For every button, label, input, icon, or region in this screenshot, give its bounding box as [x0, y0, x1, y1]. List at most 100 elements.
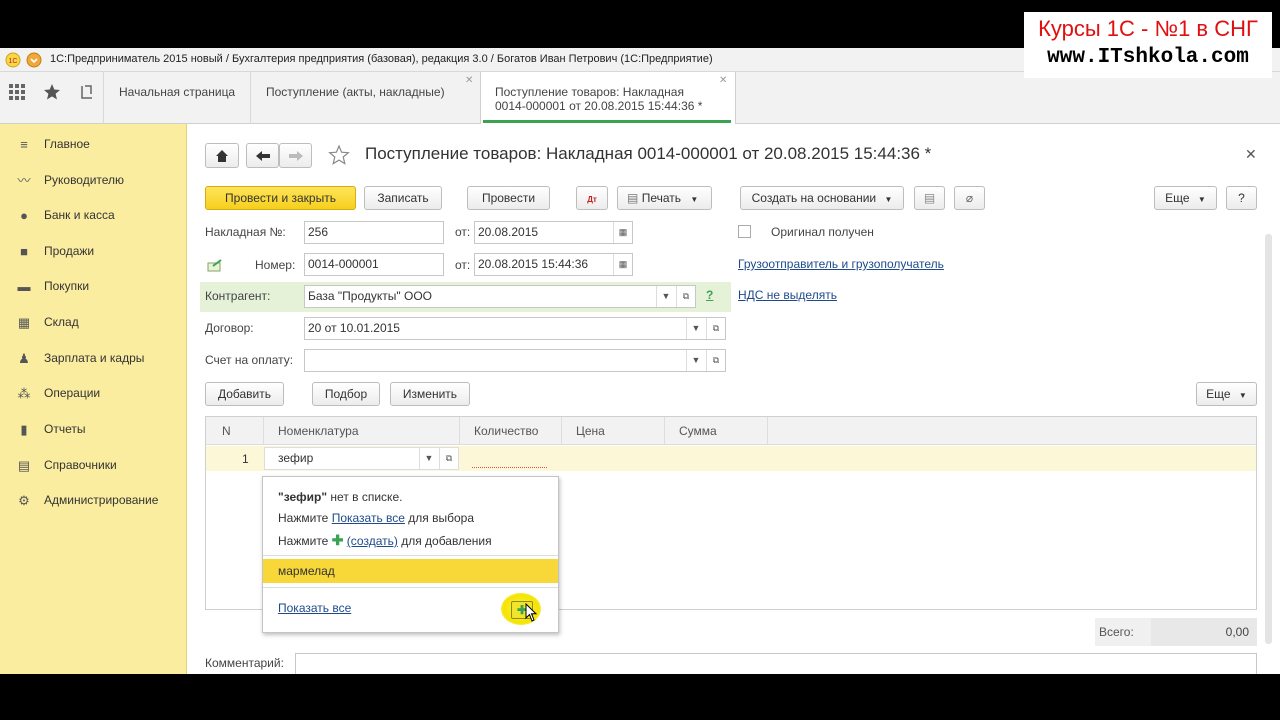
show-all-hint: Нажмите Показать все для выбора — [278, 511, 474, 525]
plus-icon[interactable]: ✚ — [332, 532, 344, 548]
back-button[interactable] — [246, 143, 279, 168]
tab-home[interactable]: Начальная страница — [104, 72, 250, 124]
vat-link[interactable]: НДС не выделять — [738, 288, 837, 302]
calendar-icon[interactable]: ▦ — [613, 222, 632, 243]
attach-button[interactable]: ⌀ — [954, 186, 985, 210]
favorite-star-icon[interactable] — [328, 144, 350, 166]
chevron-down-icon[interactable]: ▼ — [419, 448, 438, 469]
open-icon[interactable]: ⧉ — [706, 350, 725, 371]
help-button[interactable]: ? — [1226, 186, 1257, 210]
change-button[interactable]: Изменить — [390, 382, 470, 406]
add-row-button[interactable]: Добавить — [205, 382, 284, 406]
print-button[interactable]: ▤ Печать ▼ — [617, 186, 712, 210]
document-title: Поступление товаров: Накладная 0014-0000… — [365, 144, 932, 163]
save-button[interactable]: Записать — [364, 186, 442, 210]
number-date-field[interactable]: 20.08.2015 15:44:36 ▦ — [474, 253, 633, 276]
close-icon[interactable]: ✕ — [1245, 146, 1257, 163]
sidebar-item-reports[interactable]: ▮ Отчеты — [0, 418, 187, 442]
debit-credit-button[interactable]: Дт — [576, 186, 608, 210]
column-quantity[interactable]: Количество — [460, 417, 562, 445]
apps-grid-icon[interactable] — [9, 84, 25, 100]
sidebar-item-main[interactable]: ≡ Главное — [0, 133, 187, 157]
shipper-consignee-link[interactable]: Грузоотправитель и грузополучатель — [738, 257, 944, 271]
table-more-button[interactable]: Еще ▼ — [1196, 382, 1257, 406]
totals-value: 0,00 — [1225, 625, 1249, 639]
chevron-down-icon: ▼ — [1238, 391, 1247, 400]
chevron-down-icon[interactable]: ▼ — [656, 286, 675, 307]
sidebar-item-operations[interactable]: ⁂ Операции — [0, 382, 187, 406]
nomenclature-value: зефир — [278, 451, 314, 465]
payment-invoice-label: Счет на оплату: — [205, 353, 294, 367]
contract-field[interactable]: 20 от 10.01.2015 ▼ ⧉ — [304, 317, 726, 340]
sidebar-item-salary[interactable]: ♟ Зарплата и кадры — [0, 347, 187, 371]
invoice-number-field[interactable]: 256 — [304, 221, 444, 244]
tab-close-icon[interactable]: ✕ — [465, 75, 473, 86]
contract-value: 20 от 10.01.2015 — [308, 321, 400, 335]
edit-number-icon[interactable] — [207, 259, 223, 273]
table-row[interactable]: 1 зефир ▼ ⧉ — [206, 446, 1256, 471]
forward-button[interactable] — [279, 143, 312, 168]
counterparty-help[interactable]: ? — [706, 288, 713, 302]
show-all-link[interactable]: Показать все — [278, 601, 351, 615]
sidebar-item-sales[interactable]: ■ Продажи — [0, 240, 187, 264]
invoice-date-field[interactable]: 20.08.2015 ▦ — [474, 221, 633, 244]
open-icon[interactable]: ⧉ — [676, 286, 695, 307]
active-tab-indicator — [483, 120, 731, 123]
vertical-scrollbar[interactable] — [1265, 234, 1272, 644]
trend-icon: 〰 — [17, 173, 31, 188]
payment-invoice-field[interactable]: ▼ ⧉ — [304, 349, 726, 372]
nomenclature-input[interactable]: зефир ▼ ⧉ — [264, 447, 459, 470]
book-icon: ▤ — [17, 458, 31, 473]
tab-receipts-list[interactable]: Поступление (акты, накладные) ✕ — [251, 72, 480, 124]
tab-close-icon[interactable]: ✕ — [719, 75, 727, 86]
comment-field[interactable] — [295, 653, 1257, 674]
create-hint: Нажмите ✚ (создать) для добавления — [278, 532, 492, 549]
chevron-down-icon[interactable]: ▼ — [686, 318, 705, 339]
tabs-bar: Начальная страница Поступление (акты, на… — [0, 72, 1280, 125]
counterparty-field[interactable]: База "Продукты" ООО ▼ ⧉ — [304, 285, 696, 308]
quantity-required-underline — [472, 467, 547, 468]
debit-credit-icon: Дт — [587, 195, 597, 204]
sidebar-item-director[interactable]: 〰 Руководителю — [0, 169, 187, 193]
cart-icon: ▬ — [17, 279, 31, 294]
paperclip-icon: ⌀ — [965, 191, 974, 205]
column-nomenclature[interactable]: Номенклатура — [264, 417, 460, 445]
create-link[interactable]: (создать) — [347, 534, 398, 548]
create-based-on-button[interactable]: Создать на основании ▼ — [740, 186, 904, 210]
column-price[interactable]: Цена — [562, 417, 665, 445]
pick-button[interactable]: Подбор — [312, 382, 380, 406]
option-item[interactable]: мармелад — [263, 559, 558, 583]
menu-circle-icon[interactable] — [26, 52, 42, 68]
home-button[interactable] — [205, 143, 239, 168]
tab-receipt-document[interactable]: Поступление товаров: Накладная 0014-0000… — [480, 72, 736, 125]
popup-divider — [263, 587, 558, 588]
column-sum[interactable]: Сумма — [665, 417, 768, 445]
show-all-inline-link[interactable]: Показать все — [332, 511, 405, 525]
sidebar-item-admin[interactable]: ⚙ Администрирование — [0, 489, 187, 513]
open-icon[interactable]: ⧉ — [706, 318, 725, 339]
app-logo-icon[interactable]: 1С — [5, 52, 21, 68]
chevron-down-icon[interactable]: ▼ — [686, 350, 705, 371]
document-button[interactable]: ▤ — [914, 186, 945, 210]
favorites-star-icon[interactable] — [43, 83, 61, 101]
menu-icon: ≡ — [20, 137, 28, 152]
number-field[interactable]: 0014-000001 — [304, 253, 444, 276]
column-n[interactable]: N — [206, 417, 264, 445]
sidebar-item-catalogs[interactable]: ▤ Справочники — [0, 454, 187, 478]
counterparty-value: База "Продукты" ООО — [308, 289, 432, 303]
original-received-checkbox[interactable] — [738, 225, 751, 238]
sidebar-item-label: Отчеты — [44, 422, 86, 436]
sidebar-item-purchases[interactable]: ▬ Покупки — [0, 275, 187, 299]
more-button[interactable]: Еще ▼ — [1154, 186, 1217, 210]
post-button[interactable]: Провести — [467, 186, 550, 210]
printer-icon: ▤ — [627, 191, 639, 205]
sidebar-item-label: Склад — [44, 315, 79, 329]
post-and-close-button[interactable]: Провести и закрыть — [205, 186, 356, 210]
sidebar-item-bank[interactable]: ● Банк и касса — [0, 204, 187, 228]
sidebar-item-warehouse[interactable]: ▦ Склад — [0, 311, 187, 335]
invoice-date-label: от: — [455, 225, 471, 239]
history-icon[interactable] — [79, 84, 95, 100]
calendar-icon[interactable]: ▦ — [613, 254, 632, 275]
home-icon — [216, 150, 228, 162]
open-icon[interactable]: ⧉ — [439, 448, 458, 469]
